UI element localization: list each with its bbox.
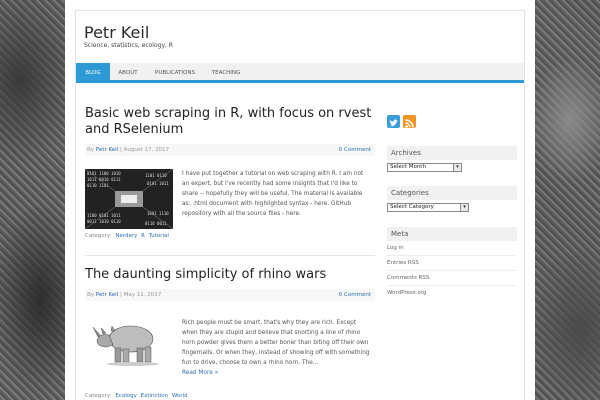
archives-dropdown[interactable]: Select Month ▾ [387,163,462,172]
meta-link-comments-rss[interactable]: Comments RSS [387,271,517,285]
nav-item-about[interactable]: ABOUT [110,63,146,83]
twitter-icon[interactable] [387,115,400,128]
archives-dropdown-value: Select Month [390,164,426,170]
category-link[interactable]: Tutorial [149,233,169,239]
post-comments-link[interactable]: 0 Comment [339,289,371,301]
rss-icon[interactable] [403,115,416,128]
post-meta: By Petr Keil | May 11, 2017 0 Comment [85,289,375,301]
category-link[interactable]: Extinction [141,393,168,399]
category-link[interactable]: R [141,233,145,239]
excerpt-text: Rich people must be smart, that's why th… [182,320,370,366]
category-link[interactable]: Ecology [115,393,137,399]
meta-by: By [87,147,95,153]
rhino-drawing [85,311,173,371]
post-meta: By Petr Keil | August 17, 2017 0 Comment [85,144,375,156]
main-navigation: BLOG ABOUT PUBLICATIONS TEACHING [76,63,524,83]
site-title[interactable]: Petr Keil [84,23,149,42]
svg-text:0101 1011: 0101 1011 [147,181,169,186]
post-categories: Category: Nerdery R Tutorial [85,233,169,239]
post-web-scraping: Basic web scraping in R, with focus on r… [84,106,375,246]
post-title[interactable]: The daunting simplicity of rhino wars [85,267,375,283]
post-comments-link[interactable]: 0 Comment [339,144,371,156]
svg-text:1100 0101 1011: 1100 0101 1011 [87,213,121,218]
categories-dropdown[interactable]: Select Category ▾ [387,203,469,212]
chevron-down-icon: ▾ [460,204,468,211]
svg-text:0011 1010 0110: 0011 1010 0110 [87,219,121,224]
categories-dropdown-value: Select Category [390,204,434,210]
site-description: Science, statistics, ecology, R [84,42,173,49]
post-date: | August 17, 2017 [119,147,170,153]
nav-item-blog[interactable]: BLOG [76,63,110,83]
post-divider [85,255,375,256]
social-icons [387,115,517,130]
post-categories: Category: Ecology Extinction World [85,393,188,399]
meta-by: By [87,292,95,298]
post-thumbnail[interactable] [85,311,173,371]
read-more-link[interactable]: Read More » [182,368,372,378]
post-date: | May 11, 2017 [119,292,162,298]
svg-text:1001 1110: 1001 1110 [147,211,169,216]
nav-item-teaching[interactable]: TEACHING [204,63,248,83]
post-rhino-wars: The daunting simplicity of rhino wars By… [85,267,375,400]
post-excerpt: Rich people must be smart, that's why th… [182,318,372,378]
chevron-down-icon: ▾ [453,164,461,171]
post-excerpt: I have put together a tutorial on web sc… [182,171,364,217]
category-link[interactable]: Nerdery [115,233,137,239]
meta-widget: Meta Log in Entries RSS Comments RSS Wor… [387,227,517,300]
post-title[interactable]: Basic web scraping in R, with focus on r… [85,106,375,138]
meta-heading: Meta [387,227,517,241]
post-author-link[interactable]: Petr Keil [96,147,118,153]
post-author-link[interactable]: Petr Keil [96,292,118,298]
meta-link-login[interactable]: Log in [387,241,517,255]
svg-text:1011 0010 0111: 1011 0010 0111 [87,177,121,182]
binary-data-image: 0101 1100 1010 1011 0010 0111 0110 1101 … [84,168,174,230]
nav-item-publications[interactable]: PUBLICATIONS [146,63,204,83]
categories-heading: Categories [387,186,517,200]
post-thumbnail[interactable]: 0101 1100 1010 1011 0010 0111 0110 1101 … [84,168,174,230]
svg-text:0110 0011: 0110 0011 [145,221,167,226]
category-link[interactable]: World [172,393,188,399]
svg-text:0101 1100 1010: 0101 1100 1010 [87,171,121,176]
categories-widget: Categories Select Category ▾ [387,186,517,212]
meta-link-entries-rss[interactable]: Entries RSS [387,256,517,270]
archives-heading: Archives [387,146,517,160]
category-label: Category: [85,393,112,399]
page-container: Petr Keil Science, statistics, ecology, … [75,10,525,400]
archives-widget: Archives Select Month ▾ [387,146,517,172]
category-label: Category: [85,233,112,239]
page-wrapper: Petr Keil Science, statistics, ecology, … [65,0,535,400]
svg-text:0110 1101: 0110 1101 [87,183,109,188]
meta-link-wordpress[interactable]: WordPress.org [387,286,517,300]
